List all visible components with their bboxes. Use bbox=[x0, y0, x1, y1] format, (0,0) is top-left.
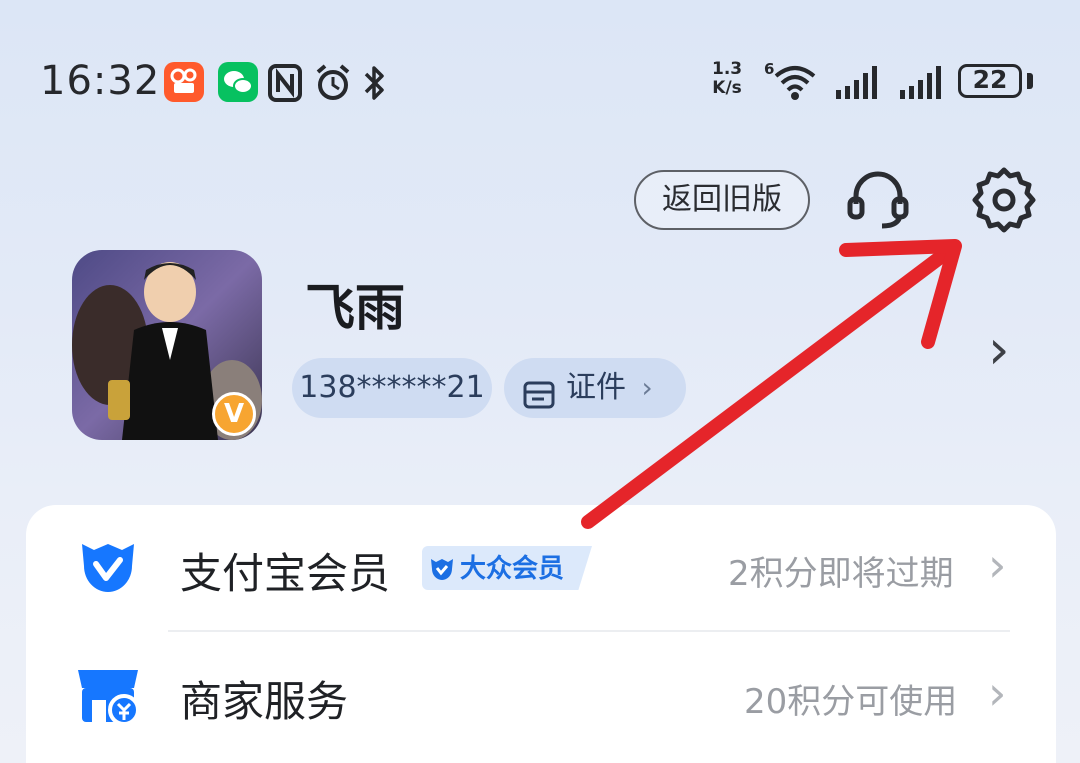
annotation-arrow bbox=[560, 220, 990, 540]
chevron-right-icon[interactable]: › bbox=[988, 538, 1006, 592]
merchant-store-icon bbox=[72, 658, 144, 730]
signal-icon-1 bbox=[834, 64, 882, 100]
id-card-icon bbox=[522, 372, 556, 409]
phone-chip[interactable]: 138******21 bbox=[292, 358, 492, 418]
chevron-right-icon[interactable]: › bbox=[988, 666, 1006, 720]
alarm-icon bbox=[314, 62, 352, 104]
wifi-icon bbox=[772, 62, 818, 102]
battery-cap bbox=[1027, 73, 1033, 89]
points-available-text[interactable]: 20积分可使用 bbox=[744, 674, 957, 723]
member-tier-tag: 大众会员 bbox=[422, 546, 592, 590]
status-time: 16:32 bbox=[40, 58, 161, 104]
alipay-member-icon bbox=[72, 530, 144, 602]
profile-chevron-icon[interactable]: › bbox=[988, 318, 1010, 381]
username: 飞雨 bbox=[305, 279, 405, 337]
wechat-icon bbox=[218, 62, 258, 102]
menu-item-label-merchant[interactable]: 商家服务 bbox=[180, 668, 348, 729]
signal-icon-2 bbox=[898, 64, 946, 100]
battery-indicator: 22 bbox=[958, 64, 1022, 98]
divider bbox=[168, 630, 1010, 632]
kuaishou-icon bbox=[164, 62, 204, 102]
bluetooth-icon bbox=[360, 62, 390, 104]
network-speed: 1.3 K/s bbox=[712, 59, 743, 98]
verified-badge: V bbox=[212, 392, 256, 436]
member-tier-icon bbox=[428, 554, 456, 582]
points-expiring-text[interactable]: 2积分即将过期 bbox=[728, 546, 954, 595]
member-tier-label: 大众会员 bbox=[460, 554, 565, 584]
nfc-icon bbox=[266, 62, 304, 104]
menu-item-label-member[interactable]: 支付宝会员 bbox=[180, 540, 390, 601]
